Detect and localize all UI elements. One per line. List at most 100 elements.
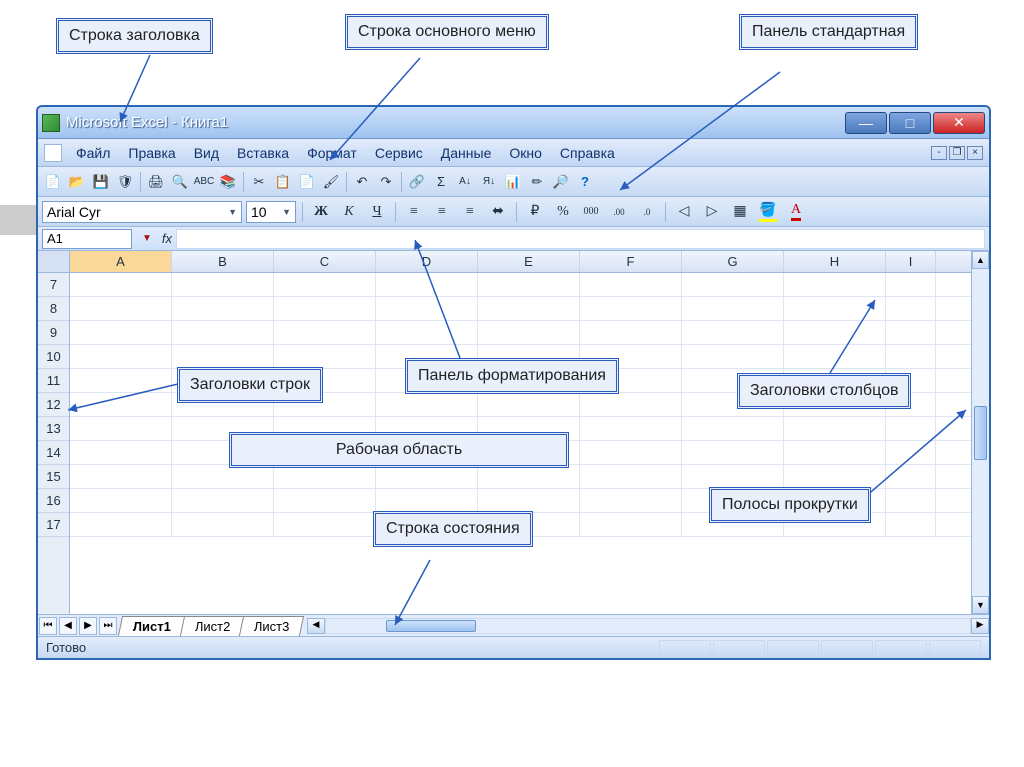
borders-icon[interactable]: ▦ (728, 201, 752, 223)
mdi-close[interactable]: × (967, 146, 983, 160)
menu-format[interactable]: Формат (299, 142, 365, 164)
inc-decimal-icon[interactable]: .00 (607, 201, 631, 223)
col-header[interactable]: B (172, 251, 274, 272)
format-painter-icon[interactable]: 🖌 (320, 171, 342, 193)
menu-file[interactable]: Файл (68, 142, 118, 164)
open-icon[interactable]: 📂 (66, 171, 88, 193)
hyperlink-icon[interactable]: 🔗 (406, 171, 428, 193)
col-header[interactable]: A (70, 251, 172, 272)
autosum-icon[interactable]: Σ (430, 171, 452, 193)
menu-help[interactable]: Справка (552, 142, 623, 164)
col-header[interactable]: I (886, 251, 936, 272)
close-button[interactable]: ✕ (933, 112, 985, 134)
row-header[interactable]: 11 (38, 369, 69, 393)
minimize-button[interactable]: — (845, 112, 887, 134)
title-bar[interactable]: Microsoft Excel - Книга1 — □ ✕ (38, 107, 989, 139)
cut-icon[interactable]: ✂ (248, 171, 270, 193)
align-center-icon[interactable]: ≡ (430, 201, 454, 223)
col-header[interactable]: H (784, 251, 886, 272)
sheet-tab[interactable]: Лист3 (239, 616, 305, 636)
formula-input[interactable] (176, 229, 985, 249)
underline-button[interactable]: Ч (365, 201, 389, 223)
horizontal-scrollbar[interactable]: ◀ ▶ (307, 618, 989, 634)
row-header[interactable]: 14 (38, 441, 69, 465)
indent-inc-icon[interactable]: ▷ (700, 201, 724, 223)
drawing-icon[interactable]: ✏ (526, 171, 548, 193)
print-icon[interactable]: 🖨 (145, 171, 167, 193)
tab-last-icon[interactable]: ⏭ (99, 617, 117, 635)
workbook-icon[interactable] (44, 144, 62, 162)
scroll-track[interactable] (972, 269, 989, 404)
col-header[interactable]: C (274, 251, 376, 272)
mdi-minimize[interactable]: - (931, 146, 947, 160)
menu-edit[interactable]: Правка (120, 142, 183, 164)
maximize-button[interactable]: □ (889, 112, 931, 134)
scroll-track[interactable] (325, 618, 971, 634)
tab-first-icon[interactable]: ⏮ (39, 617, 57, 635)
comma-icon[interactable]: 000 (579, 201, 603, 223)
research-icon[interactable]: 📚 (217, 171, 239, 193)
scroll-left-icon[interactable]: ◀ (307, 618, 325, 634)
row-header[interactable]: 16 (38, 489, 69, 513)
row-header[interactable]: 8 (38, 297, 69, 321)
mdi-restore[interactable]: ❐ (949, 146, 965, 160)
tab-next-icon[interactable]: ▶ (79, 617, 97, 635)
scroll-down-icon[interactable]: ▼ (972, 596, 989, 614)
font-combo[interactable]: Arial Cyr ▼ (42, 201, 242, 223)
permission-icon[interactable]: 🛡 (114, 171, 136, 193)
font-size-combo[interactable]: 10 ▼ (246, 201, 296, 223)
bold-button[interactable]: Ж (309, 201, 333, 223)
copy-icon[interactable]: 📋 (272, 171, 294, 193)
preview-icon[interactable]: 🔍 (169, 171, 191, 193)
italic-button[interactable]: К (337, 201, 361, 223)
row-header[interactable]: 13 (38, 417, 69, 441)
row-header[interactable]: 9 (38, 321, 69, 345)
dec-decimal-icon[interactable]: .0 (635, 201, 659, 223)
menu-insert[interactable]: Вставка (229, 142, 297, 164)
col-header[interactable]: G (682, 251, 784, 272)
row-header[interactable]: 12 (38, 393, 69, 417)
row-header[interactable]: 15 (38, 465, 69, 489)
col-header[interactable]: F (580, 251, 682, 272)
new-icon[interactable]: 📄 (42, 171, 64, 193)
tab-prev-icon[interactable]: ◀ (59, 617, 77, 635)
chart-icon[interactable]: 📊 (502, 171, 524, 193)
row-header[interactable]: 10 (38, 345, 69, 369)
help-icon[interactable]: ? (574, 171, 596, 193)
paste-icon[interactable]: 📄 (296, 171, 318, 193)
sheet-tab[interactable]: Лист1 (118, 616, 186, 636)
merge-icon[interactable]: ⬌ (486, 201, 510, 223)
name-box-arrow-icon[interactable]: ▼ (136, 233, 158, 244)
sort-asc-icon[interactable]: А↓ (454, 171, 476, 193)
menu-data[interactable]: Данные (433, 142, 500, 164)
sort-desc-icon[interactable]: Я↓ (478, 171, 500, 193)
scroll-thumb[interactable] (386, 620, 476, 632)
font-color-icon[interactable]: A (784, 201, 808, 223)
scroll-up-icon[interactable]: ▲ (972, 251, 989, 269)
save-icon[interactable]: 💾 (90, 171, 112, 193)
row-header[interactable]: 7 (38, 273, 69, 297)
scroll-track[interactable] (972, 462, 989, 597)
menu-tools[interactable]: Сервис (367, 142, 431, 164)
menu-window[interactable]: Окно (501, 142, 550, 164)
spelling-icon[interactable]: ABC (193, 171, 215, 193)
sheet-tab[interactable]: Лист2 (180, 616, 246, 636)
align-right-icon[interactable]: ≡ (458, 201, 482, 223)
scroll-right-icon[interactable]: ▶ (971, 618, 989, 634)
select-all-corner[interactable] (38, 251, 69, 273)
vertical-scrollbar[interactable]: ▲ ▼ (971, 251, 989, 614)
scroll-thumb[interactable] (974, 406, 987, 460)
fx-label[interactable]: fx (162, 231, 172, 246)
row-header[interactable]: 17 (38, 513, 69, 537)
fill-color-icon[interactable]: 🪣 (756, 201, 780, 223)
name-box[interactable]: A1 (42, 229, 132, 249)
redo-icon[interactable]: ↷ (375, 171, 397, 193)
percent-icon[interactable]: % (551, 201, 575, 223)
currency-icon[interactable]: ₽ (523, 201, 547, 223)
align-left-icon[interactable]: ≡ (402, 201, 426, 223)
zoom-icon[interactable]: 🔎 (550, 171, 572, 193)
col-header[interactable]: D (376, 251, 478, 272)
menu-view[interactable]: Вид (186, 142, 227, 164)
undo-icon[interactable]: ↶ (351, 171, 373, 193)
indent-dec-icon[interactable]: ◁ (672, 201, 696, 223)
